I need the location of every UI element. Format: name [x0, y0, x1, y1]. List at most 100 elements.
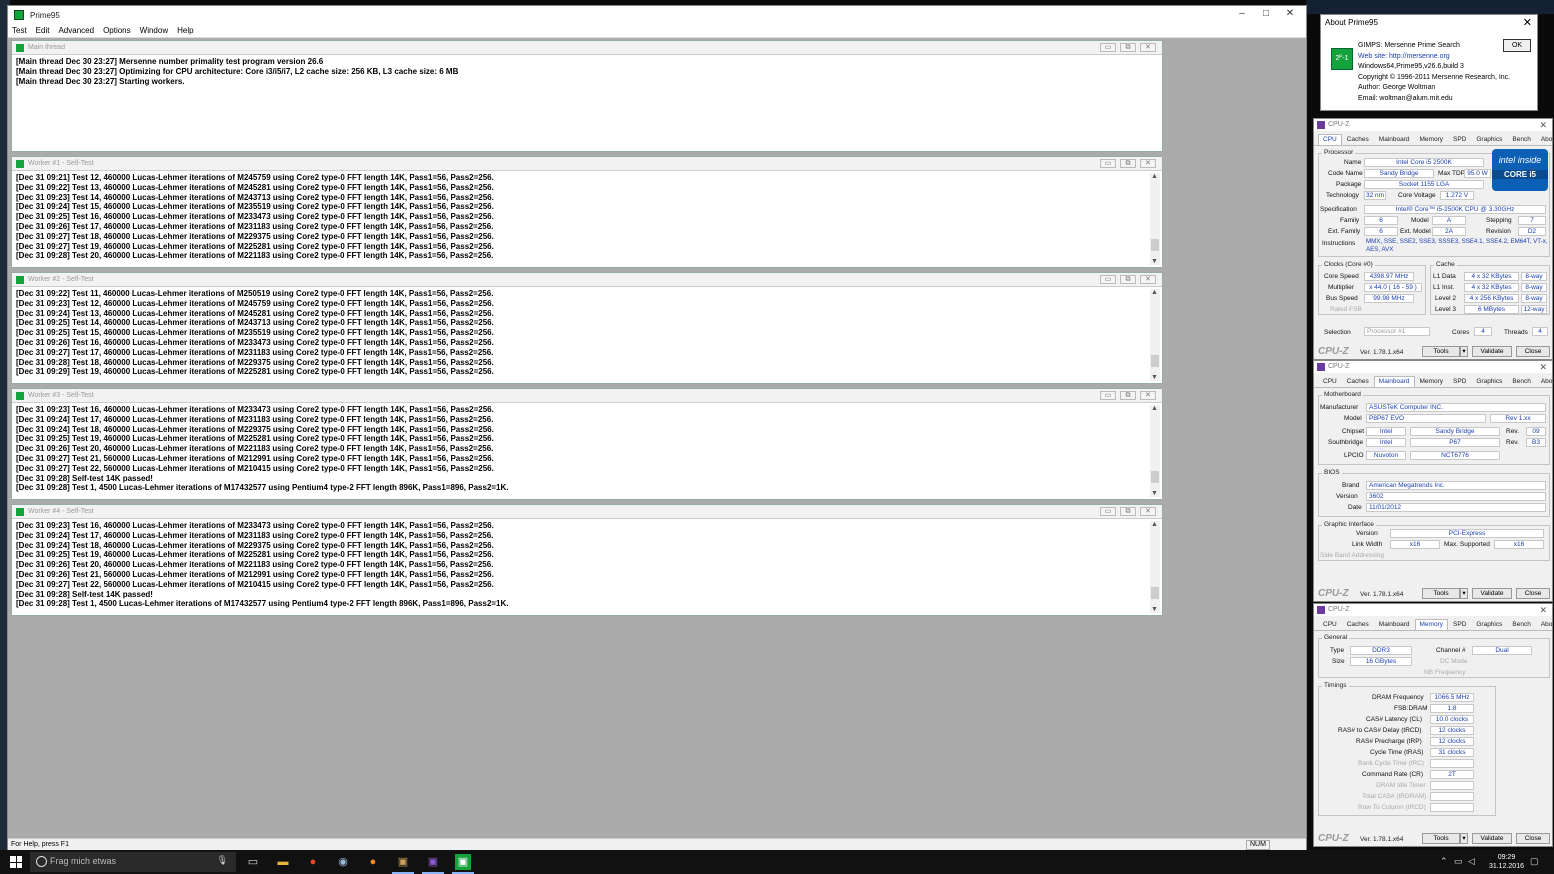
- cpuz-task-icon[interactable]: ▣: [425, 854, 441, 870]
- scroll-up-icon[interactable]: ▲: [1151, 405, 1158, 412]
- tab-memory[interactable]: Memory: [1415, 134, 1448, 145]
- maximize-icon[interactable]: □: [1254, 8, 1278, 19]
- scroll-down-icon[interactable]: ▼: [1151, 258, 1158, 265]
- tab-about[interactable]: About: [1536, 619, 1554, 630]
- microphone-icon[interactable]: 🎙: [217, 855, 228, 866]
- close-button[interactable]: Close: [1516, 833, 1550, 844]
- child-close-button[interactable]: ✕: [1140, 507, 1156, 516]
- app-icon[interactable]: ●: [305, 854, 321, 870]
- minimize-icon[interactable]: –: [1230, 8, 1254, 19]
- tab-bench[interactable]: Bench: [1507, 134, 1535, 145]
- tools-button[interactable]: Tools: [1422, 346, 1460, 357]
- menu-window[interactable]: Window: [140, 26, 168, 35]
- scroll-down-icon[interactable]: ▼: [1151, 374, 1158, 381]
- tab-about[interactable]: About: [1536, 134, 1554, 145]
- child-minimize-button[interactable]: ▭: [1100, 507, 1116, 516]
- scroll-up-icon[interactable]: ▲: [1151, 289, 1158, 296]
- cpuz-titlebar[interactable]: CPU-Z ✕: [1314, 119, 1552, 131]
- vertical-scrollbar[interactable]: ▲ ▼: [1150, 405, 1160, 497]
- child-minimize-button[interactable]: ▭: [1100, 159, 1116, 168]
- vertical-scrollbar[interactable]: ▲ ▼: [1150, 289, 1160, 381]
- network-icon[interactable]: ▭: [1454, 856, 1463, 867]
- tools-button[interactable]: Tools: [1422, 588, 1460, 599]
- child-close-button[interactable]: ✕: [1140, 43, 1156, 52]
- scroll-thumb[interactable]: [1151, 239, 1159, 251]
- tools-dropdown-icon[interactable]: ▾: [1460, 588, 1468, 599]
- volume-icon[interactable]: ◁: [1468, 856, 1475, 867]
- tab-memory[interactable]: Memory: [1415, 376, 1448, 387]
- menu-help[interactable]: Help: [177, 26, 193, 35]
- child-close-button[interactable]: ✕: [1140, 159, 1156, 168]
- steam-icon[interactable]: ◉: [335, 854, 351, 870]
- child-titlebar[interactable]: Worker #3 - Self-Test ▭ ⧉ ✕: [12, 389, 1162, 403]
- tab-bench[interactable]: Bench: [1507, 376, 1535, 387]
- tab-spd[interactable]: SPD: [1448, 619, 1471, 630]
- windows-start-icon[interactable]: [10, 856, 22, 868]
- log-area[interactable]: [Main thread Dec 30 23:27] Mersenne numb…: [16, 57, 1148, 149]
- prime95-green-task-icon[interactable]: ▣: [455, 854, 471, 870]
- child-restore-button[interactable]: ⧉: [1120, 43, 1136, 52]
- menu-edit[interactable]: Edit: [36, 26, 50, 35]
- close-icon[interactable]: ✕: [1539, 361, 1547, 373]
- validate-button[interactable]: Validate: [1472, 833, 1512, 844]
- prime95-task-icon[interactable]: ▣: [395, 854, 411, 870]
- tab-bench[interactable]: Bench: [1507, 619, 1535, 630]
- tab-graphics[interactable]: Graphics: [1471, 134, 1507, 145]
- tab-cpu[interactable]: CPU: [1318, 619, 1342, 630]
- ok-button[interactable]: OK: [1503, 39, 1531, 52]
- child-titlebar[interactable]: Worker #4 - Self-Test ▭ ⧉ ✕: [12, 505, 1162, 519]
- prime95-titlebar[interactable]: Prime95 – □ ✕: [8, 6, 1306, 24]
- close-button[interactable]: Close: [1516, 346, 1550, 357]
- scroll-thumb[interactable]: [1151, 471, 1159, 483]
- scroll-down-icon[interactable]: ▼: [1151, 606, 1158, 613]
- vertical-scrollbar[interactable]: ▲ ▼: [1150, 173, 1160, 265]
- log-area[interactable]: [Dec 31 09:23] Test 16, 460000 Lucas-Leh…: [16, 521, 1148, 613]
- menu-test[interactable]: Test: [12, 26, 27, 35]
- log-area[interactable]: [Dec 31 09:22] Test 11, 460000 Lucas-Leh…: [16, 289, 1148, 381]
- menu-options[interactable]: Options: [103, 26, 131, 35]
- tab-caches[interactable]: Caches: [1342, 619, 1374, 630]
- tab-memory[interactable]: Memory: [1414, 619, 1448, 630]
- tab-caches[interactable]: Caches: [1342, 376, 1374, 387]
- log-area[interactable]: [Dec 31 09:21] Test 12, 460000 Lucas-Leh…: [16, 173, 1148, 265]
- tools-button[interactable]: Tools: [1422, 833, 1460, 844]
- notifications-icon[interactable]: ▢: [1530, 856, 1539, 867]
- validate-button[interactable]: Validate: [1472, 588, 1512, 599]
- task-view-icon[interactable]: ▭: [245, 854, 261, 870]
- close-button[interactable]: Close: [1516, 588, 1550, 599]
- tab-mainboard[interactable]: Mainboard: [1374, 134, 1415, 145]
- tab-graphics[interactable]: Graphics: [1471, 619, 1507, 630]
- vertical-scrollbar[interactable]: ▲ ▼: [1150, 521, 1160, 613]
- file-explorer-icon[interactable]: ▬: [275, 854, 291, 870]
- search-box[interactable]: Frag mich etwas 🎙: [30, 852, 236, 872]
- tab-graphics[interactable]: Graphics: [1471, 376, 1507, 387]
- scroll-thumb[interactable]: [1151, 587, 1159, 599]
- child-titlebar[interactable]: Main thread ▭ ⧉ ✕: [12, 41, 1162, 55]
- tools-dropdown-icon[interactable]: ▾: [1460, 346, 1468, 357]
- tab-mainboard[interactable]: Mainboard: [1373, 376, 1415, 387]
- processor-select[interactable]: Processor #1: [1364, 327, 1430, 336]
- child-minimize-button[interactable]: ▭: [1100, 43, 1116, 52]
- child-close-button[interactable]: ✕: [1140, 275, 1156, 284]
- close-icon[interactable]: ✕: [1539, 604, 1547, 616]
- child-titlebar[interactable]: Worker #1 - Self-Test ▭ ⧉ ✕: [12, 157, 1162, 171]
- close-icon[interactable]: ✕: [1539, 119, 1547, 131]
- tab-about[interactable]: About: [1536, 376, 1554, 387]
- child-restore-button[interactable]: ⧉: [1120, 159, 1136, 168]
- log-area[interactable]: [Dec 31 09:23] Test 16, 460000 Lucas-Leh…: [16, 405, 1148, 497]
- scroll-up-icon[interactable]: ▲: [1151, 521, 1158, 528]
- close-icon[interactable]: ✕: [1278, 8, 1302, 19]
- child-restore-button[interactable]: ⧉: [1120, 275, 1136, 284]
- child-minimize-button[interactable]: ▭: [1100, 275, 1116, 284]
- tab-spd[interactable]: SPD: [1448, 376, 1471, 387]
- child-close-button[interactable]: ✕: [1140, 391, 1156, 400]
- validate-button[interactable]: Validate: [1472, 346, 1512, 357]
- tray-chevron-icon[interactable]: ⌃: [1440, 856, 1448, 867]
- close-icon[interactable]: ✕: [1523, 16, 1532, 29]
- scroll-up-icon[interactable]: ▲: [1151, 173, 1158, 180]
- tab-mainboard[interactable]: Mainboard: [1374, 619, 1415, 630]
- tab-caches[interactable]: Caches: [1342, 134, 1374, 145]
- scroll-down-icon[interactable]: ▼: [1151, 490, 1158, 497]
- firefox-icon[interactable]: ●: [365, 854, 381, 870]
- tab-cpu[interactable]: CPU: [1318, 134, 1342, 145]
